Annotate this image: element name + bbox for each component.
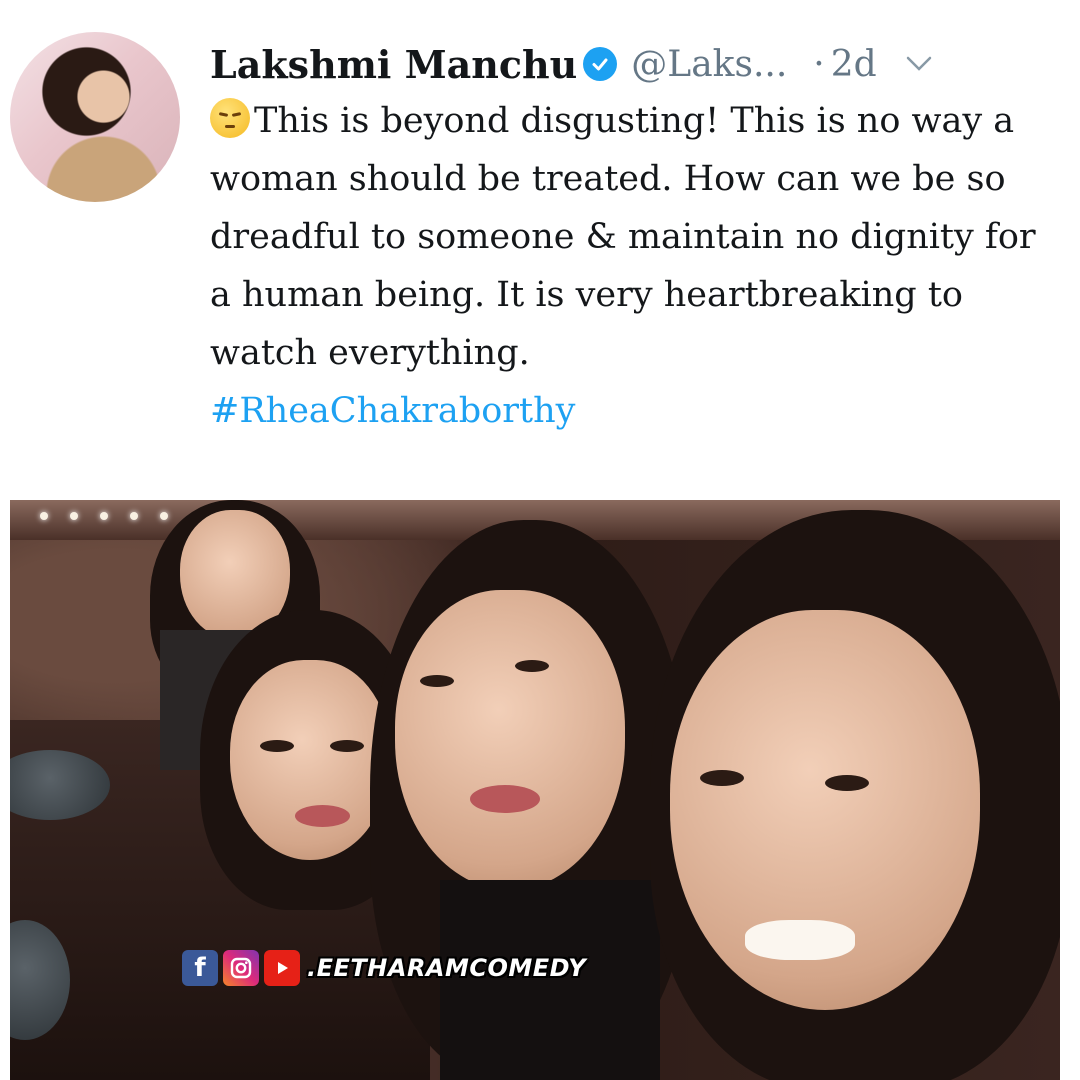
tweet-body: This is beyond disgusting! This is no wa… xyxy=(210,92,1060,440)
person-smile xyxy=(295,805,350,827)
watermark-text: .EETHARAMCOMEDY xyxy=(307,954,587,982)
tweet-text: This is beyond disgusting! This is no wa… xyxy=(210,101,1036,373)
tweet-photo[interactable] xyxy=(10,500,1060,1080)
profile-avatar[interactable] xyxy=(10,32,180,202)
person-eye xyxy=(330,740,364,752)
tweet-card: Lakshmi Manchu @Laks... · 2d This is bey… xyxy=(0,0,1080,500)
hashtag-link[interactable]: #RheaChakraborthy xyxy=(210,391,575,431)
tweet-header: Lakshmi Manchu @Laks... · 2d xyxy=(210,36,933,92)
person-eye xyxy=(420,675,454,687)
person-eye xyxy=(260,740,294,752)
author-handle[interactable]: @Laks... xyxy=(631,44,787,85)
tweet-timestamp[interactable]: 2d xyxy=(831,44,877,85)
person-smile xyxy=(745,920,855,960)
facebook-icon: f xyxy=(182,950,218,986)
chevron-down-icon[interactable] xyxy=(905,50,933,78)
youtube-icon xyxy=(264,950,300,986)
verified-badge-icon xyxy=(583,47,618,81)
separator-dot: · xyxy=(813,43,825,85)
person-eye xyxy=(515,660,549,672)
ceiling-lights xyxy=(40,512,168,520)
pensive-face-icon xyxy=(210,98,250,138)
person-face xyxy=(230,660,390,860)
author-name[interactable]: Lakshmi Manchu xyxy=(210,42,577,87)
instagram-icon xyxy=(223,950,259,986)
person-eye xyxy=(825,775,869,791)
person-face xyxy=(395,590,625,890)
person-eye xyxy=(700,770,744,786)
watermark: f .EETHARAMCOMEDY xyxy=(182,948,586,988)
person-smile xyxy=(470,785,540,813)
